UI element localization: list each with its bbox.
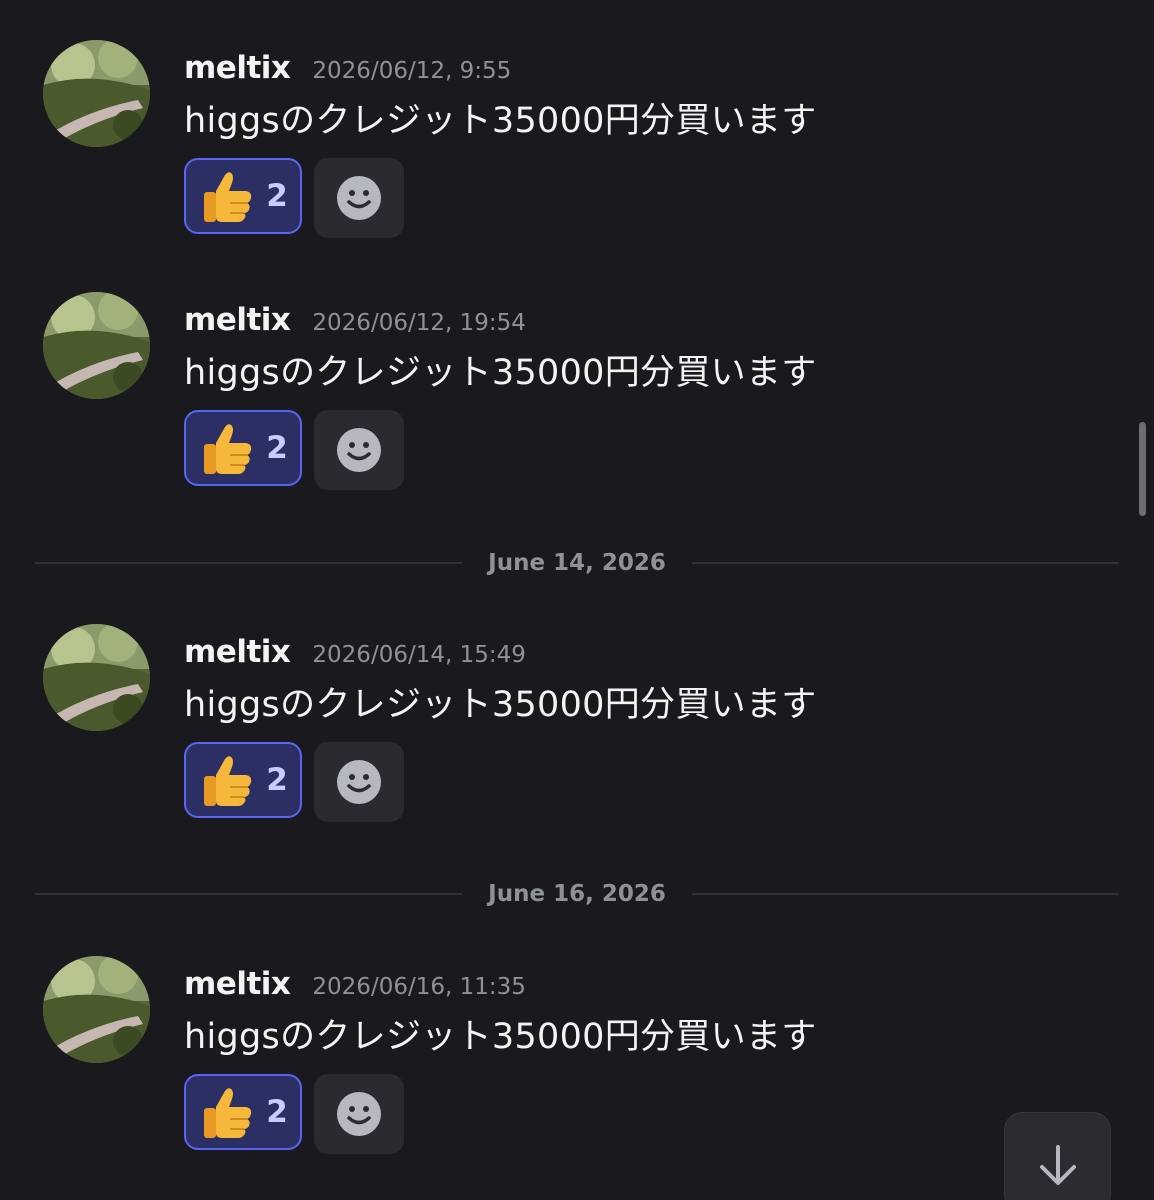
smiley-add-icon [337,428,381,472]
divider-line [691,562,1119,564]
avatar[interactable] [43,40,150,147]
reaction-thumbs-up[interactable]: 2 [184,410,302,486]
add-reaction-button[interactable] [314,158,404,238]
smiley-add-icon [337,176,381,220]
message-content: higgsのクレジット35000円分買います [184,353,817,393]
arrow-down-icon [1039,1145,1076,1185]
divider-line [35,893,463,895]
avatar[interactable] [43,956,150,1063]
message-content: higgsのクレジット35000円分買います [184,101,817,141]
divider-line [691,893,1119,895]
message-content: higgsのクレジット35000円分買います [184,1017,817,1057]
author-name[interactable]: meltix [184,302,291,338]
author-name[interactable]: meltix [184,50,291,86]
message: meltix 2026/06/16, 11:35 higgsのクレジット3500… [0,956,1120,1166]
thumbs-up-icon [204,172,252,222]
reaction-thumbs-up[interactable]: 2 [184,742,302,818]
jump-to-present-button[interactable] [1004,1112,1111,1200]
smiley-add-icon [337,760,381,804]
add-reaction-button[interactable] [314,742,404,822]
message-timestamp: 2026/06/12, 9:55 [312,58,512,84]
author-name[interactable]: meltix [184,966,291,1002]
add-reaction-button[interactable] [314,410,404,490]
message-content: higgsのクレジット35000円分買います [184,685,817,725]
date-divider: June 16, 2026 [35,874,1119,914]
smiley-add-icon [337,1092,381,1136]
thumbs-up-icon [204,756,252,806]
reaction-thumbs-up[interactable]: 2 [184,1074,302,1150]
chat-view: meltix 2026/06/12, 9:55 higgsのクレジット35000… [0,0,1154,1200]
add-reaction-button[interactable] [314,1074,404,1154]
message-timestamp: 2026/06/14, 15:49 [312,642,526,668]
message: meltix 2026/06/12, 9:55 higgsのクレジット35000… [0,40,1120,250]
message-timestamp: 2026/06/16, 11:35 [312,974,526,1000]
thumbs-up-icon [204,424,252,474]
avatar[interactable] [43,292,150,399]
scrollbar-thumb[interactable] [1139,422,1146,516]
reaction-count: 2 [266,178,288,214]
date-divider: June 14, 2026 [35,543,1119,583]
divider-line [35,562,463,564]
date-divider-label: June 16, 2026 [488,881,666,907]
thumbs-up-icon [204,1088,252,1138]
avatar[interactable] [43,624,150,731]
date-divider-label: June 14, 2026 [488,550,666,576]
author-name[interactable]: meltix [184,634,291,670]
message: meltix 2026/06/12, 19:54 higgsのクレジット3500… [0,292,1120,502]
reaction-count: 2 [266,430,288,466]
message: meltix 2026/06/14, 15:49 higgsのクレジット3500… [0,624,1120,834]
reaction-thumbs-up[interactable]: 2 [184,158,302,234]
reaction-count: 2 [266,762,288,798]
message-timestamp: 2026/06/12, 19:54 [312,310,526,336]
reaction-count: 2 [266,1094,288,1130]
